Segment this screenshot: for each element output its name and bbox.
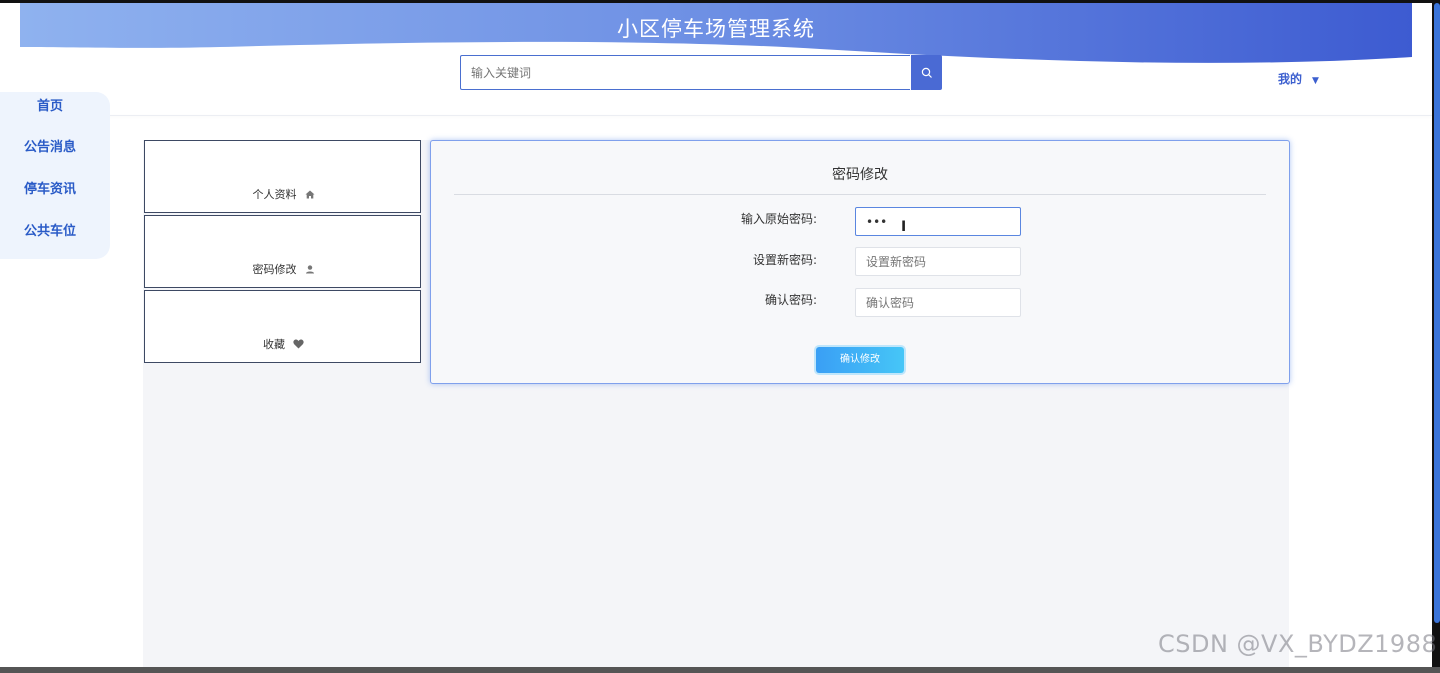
user-icon <box>305 264 315 277</box>
tab-password-label: 密码修改 <box>252 263 297 276</box>
user-menu-label: 我的 <box>1278 72 1303 86</box>
old-password-label: 输入原始密码: <box>740 212 817 226</box>
search-button[interactable] <box>911 55 942 90</box>
tab-favorites-label: 收藏 <box>263 338 285 351</box>
user-menu[interactable]: 我的 ▼ <box>1278 70 1319 87</box>
window-bottom-edge <box>0 667 1440 673</box>
search-input[interactable] <box>460 55 910 90</box>
confirm-password-label: 确认密码: <box>764 293 817 307</box>
heart-icon <box>293 339 304 352</box>
side-nav-item-announcements[interactable]: 公告消息 <box>0 136 100 155</box>
side-nav-item-public-spaces[interactable]: 公共车位 <box>0 220 100 239</box>
site-title: 小区停车场管理系统 <box>617 17 815 41</box>
panel-divider <box>454 194 1266 195</box>
header-divider <box>0 115 1432 116</box>
home-icon <box>305 189 315 202</box>
page-scrollbar[interactable] <box>1434 3 1440 623</box>
new-password-label: 设置新密码: <box>752 253 817 267</box>
tab-profile[interactable]: 个人资料 <box>144 140 421 213</box>
confirm-change-button[interactable]: 确认修改 <box>816 347 904 373</box>
tab-profile-label-wrap: 个人资料 <box>145 186 422 202</box>
new-password-input[interactable] <box>855 247 1021 276</box>
old-password-input[interactable] <box>855 207 1021 236</box>
tab-profile-label: 个人资料 <box>252 188 297 201</box>
side-nav: 首页 公告消息 停车资讯 公共车位 <box>0 92 110 259</box>
tab-favorites[interactable]: 收藏 <box>144 290 421 363</box>
side-nav-item-parking-news[interactable]: 停车资讯 <box>0 178 100 197</box>
search-icon <box>921 67 932 78</box>
chevron-down-icon: ▼ <box>1312 76 1319 86</box>
text-cursor-icon: I <box>901 219 907 235</box>
password-change-panel: 密码修改 输入原始密码: I 设置新密码: 确认密码: 确认修改 <box>430 140 1290 384</box>
tab-password-label-wrap: 密码修改 <box>145 261 422 277</box>
side-nav-item-home[interactable]: 首页 <box>0 95 100 114</box>
panel-title: 密码修改 <box>832 167 888 183</box>
search-bar <box>460 55 942 92</box>
tab-favorites-label-wrap: 收藏 <box>145 336 422 352</box>
confirm-password-input[interactable] <box>855 288 1021 317</box>
watermark: CSDN @VX_BYDZ1988 <box>1158 630 1438 658</box>
tab-password[interactable]: 密码修改 <box>144 215 421 288</box>
